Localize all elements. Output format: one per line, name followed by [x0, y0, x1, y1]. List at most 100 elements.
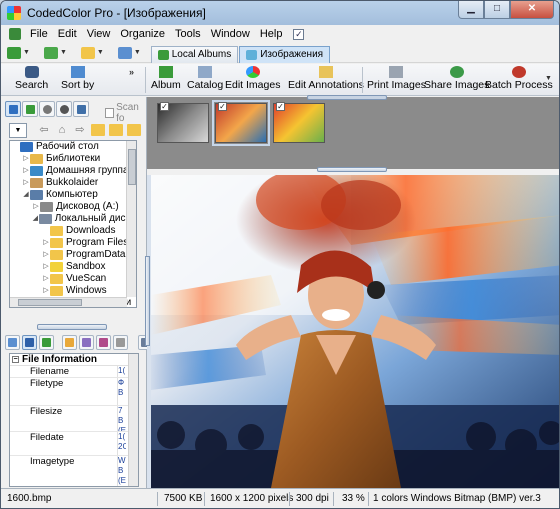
- forward-arrow-icon[interactable]: ⇨: [73, 124, 87, 136]
- open-folder-icon[interactable]: [109, 124, 123, 136]
- thumbnail-checkbox[interactable]: ✓: [218, 102, 227, 111]
- edit-annotations-button[interactable]: Edit Annotations: [288, 66, 364, 94]
- new-folder-icon[interactable]: [91, 124, 105, 136]
- expand-arrow-icon[interactable]: ▷: [22, 165, 30, 177]
- open-folder-dropdown[interactable]: ▼: [80, 46, 104, 59]
- new-dropdown[interactable]: ▼: [7, 46, 30, 59]
- maximize-button[interactable]: □: [484, 1, 510, 19]
- tree-item[interactable]: ◢ Компьютер: [10, 189, 136, 201]
- menu-checkbox[interactable]: ✓: [293, 28, 305, 40]
- menu-file[interactable]: File: [25, 28, 53, 40]
- expand-arrow-icon[interactable]: ▷: [42, 249, 50, 261]
- thumbnail-checkbox[interactable]: ✓: [276, 102, 285, 111]
- minimize-button[interactable]: ▁: [458, 1, 484, 19]
- exif-icon: [42, 337, 51, 347]
- tree-item[interactable]: ◢ Локальный диск (: [10, 213, 136, 225]
- menu-help[interactable]: Help: [255, 28, 288, 40]
- tree-item[interactable]: ▷ Program Files: [10, 237, 136, 249]
- tab-history[interactable]: [56, 101, 72, 117]
- collapse-icon[interactable]: −: [12, 356, 19, 363]
- home-icon[interactable]: ⌂: [55, 124, 69, 136]
- tab-albums[interactable]: [22, 101, 38, 117]
- menu-tools[interactable]: Tools: [170, 28, 206, 40]
- tab-images[interactable]: Изображения: [239, 45, 331, 63]
- expand-arrow-icon[interactable]: ▷: [42, 261, 50, 273]
- document-icon[interactable]: [9, 28, 21, 40]
- batch-process-button[interactable]: Batch Process: [485, 66, 553, 94]
- tab-notes[interactable]: [113, 334, 128, 350]
- images-icon: [246, 49, 258, 60]
- refresh-folder-icon[interactable]: [127, 124, 141, 136]
- tab-folders[interactable]: [5, 101, 21, 117]
- chevron-down-icon[interactable]: ▼: [545, 75, 552, 82]
- menu-window[interactable]: Window: [206, 28, 255, 40]
- tab-keywords[interactable]: [79, 334, 94, 350]
- file-info-header[interactable]: − File Information: [10, 354, 138, 366]
- album-button[interactable]: Album: [151, 66, 181, 94]
- tree-item[interactable]: Рабочий стол: [10, 141, 136, 153]
- scan-folders-checkbox[interactable]: Scan fo: [105, 102, 146, 124]
- edit-images-label: Edit Images: [225, 79, 281, 91]
- viewer-side-handle[interactable]: [145, 256, 150, 346]
- thumbnail-bw-street[interactable]: ✓: [157, 102, 209, 143]
- tree-item[interactable]: ▷ Домашняя группа: [10, 165, 136, 177]
- scroll-thumb[interactable]: [18, 299, 82, 306]
- expand-arrow-icon[interactable]: ▷: [22, 177, 30, 189]
- panel-splitter[interactable]: [37, 324, 107, 330]
- info-vertical-scrollbar[interactable]: [128, 354, 138, 486]
- expand-arrow-icon[interactable]: ◢: [22, 189, 30, 201]
- tree-item[interactable]: Downloads: [10, 225, 136, 237]
- settings-icon: [76, 104, 86, 114]
- tab-local-albums[interactable]: Local Albums: [150, 45, 239, 63]
- sort-by-button[interactable]: Sort by: [61, 66, 94, 94]
- image-viewer[interactable]: [147, 175, 559, 488]
- thumbnail-fruits[interactable]: ✓: [273, 102, 325, 143]
- tab-annotations[interactable]: [62, 334, 77, 350]
- expand-arrow-icon[interactable]: ▷: [32, 201, 40, 213]
- tab-preview[interactable]: [5, 334, 20, 350]
- tab-settings[interactable]: [73, 101, 89, 117]
- tree-item[interactable]: ▷ Windows: [10, 285, 136, 297]
- image-view-dropdown[interactable]: ▼: [117, 46, 141, 59]
- search-button[interactable]: Search: [15, 66, 48, 94]
- menu-edit[interactable]: Edit: [53, 28, 82, 40]
- strip-bottom-handle[interactable]: [317, 167, 387, 172]
- expand-arrow-icon[interactable]: ▷: [22, 153, 30, 165]
- expand-arrow-icon[interactable]: ▷: [42, 237, 50, 249]
- back-arrow-icon[interactable]: ⇦: [37, 124, 51, 136]
- tab-file-info[interactable]: [22, 334, 37, 350]
- tree-item[interactable]: ▷ Sandbox: [10, 261, 136, 273]
- scroll-thumb[interactable]: [128, 149, 136, 185]
- thumbnail-red-hair-girl[interactable]: ✓: [212, 100, 270, 146]
- expand-arrow-icon[interactable]: ◢: [32, 213, 39, 225]
- edit-images-button[interactable]: Edit Images: [225, 66, 280, 94]
- tree-item[interactable]: ▷ Bukkolaider: [10, 177, 136, 189]
- strip-top-handle[interactable]: [307, 95, 387, 100]
- catalog-button[interactable]: Catalog: [187, 66, 223, 94]
- expand-arrow-icon[interactable]: ▷: [42, 285, 50, 297]
- tree-vertical-scrollbar[interactable]: [126, 141, 136, 297]
- panel-tabs: [5, 99, 90, 119]
- tab-edit[interactable]: [96, 334, 111, 350]
- thumbnail-checkbox[interactable]: ✓: [160, 102, 169, 111]
- tab-search[interactable]: [39, 101, 55, 117]
- more-chevron-icon[interactable]: »: [129, 67, 134, 77]
- tab-exif[interactable]: [39, 334, 54, 350]
- import-dropdown[interactable]: ▼: [43, 46, 67, 59]
- share-images-button[interactable]: Share Images: [424, 66, 489, 94]
- edit-icon: [99, 337, 108, 347]
- folder-nav-bar: ▼ ⇦ ⌂ ⇨: [9, 122, 141, 138]
- tree-item[interactable]: ▷ VueScan: [10, 273, 136, 285]
- tree-horizontal-scrollbar[interactable]: [10, 297, 127, 307]
- print-images-button[interactable]: Print Images: [367, 66, 426, 94]
- close-button[interactable]: ✕: [510, 1, 554, 19]
- drive-dropdown[interactable]: ▼: [9, 122, 27, 138]
- menu-organize[interactable]: Organize: [115, 28, 170, 40]
- tree-item[interactable]: ▷ Библиотеки: [10, 153, 136, 165]
- menu-view[interactable]: View: [82, 28, 116, 40]
- status-bar: 1600.bmp 7500 KB 1600 x 1200 pixels 300 …: [1, 488, 559, 508]
- expand-arrow-icon[interactable]: ▷: [42, 273, 50, 285]
- app-window: CodedColor Pro - [Изображения] ▁ □ ✕ Fil…: [0, 0, 560, 509]
- tree-item[interactable]: ▷ Дисковод (A:): [10, 201, 136, 213]
- tree-item[interactable]: ▷ ProgramData: [10, 249, 136, 261]
